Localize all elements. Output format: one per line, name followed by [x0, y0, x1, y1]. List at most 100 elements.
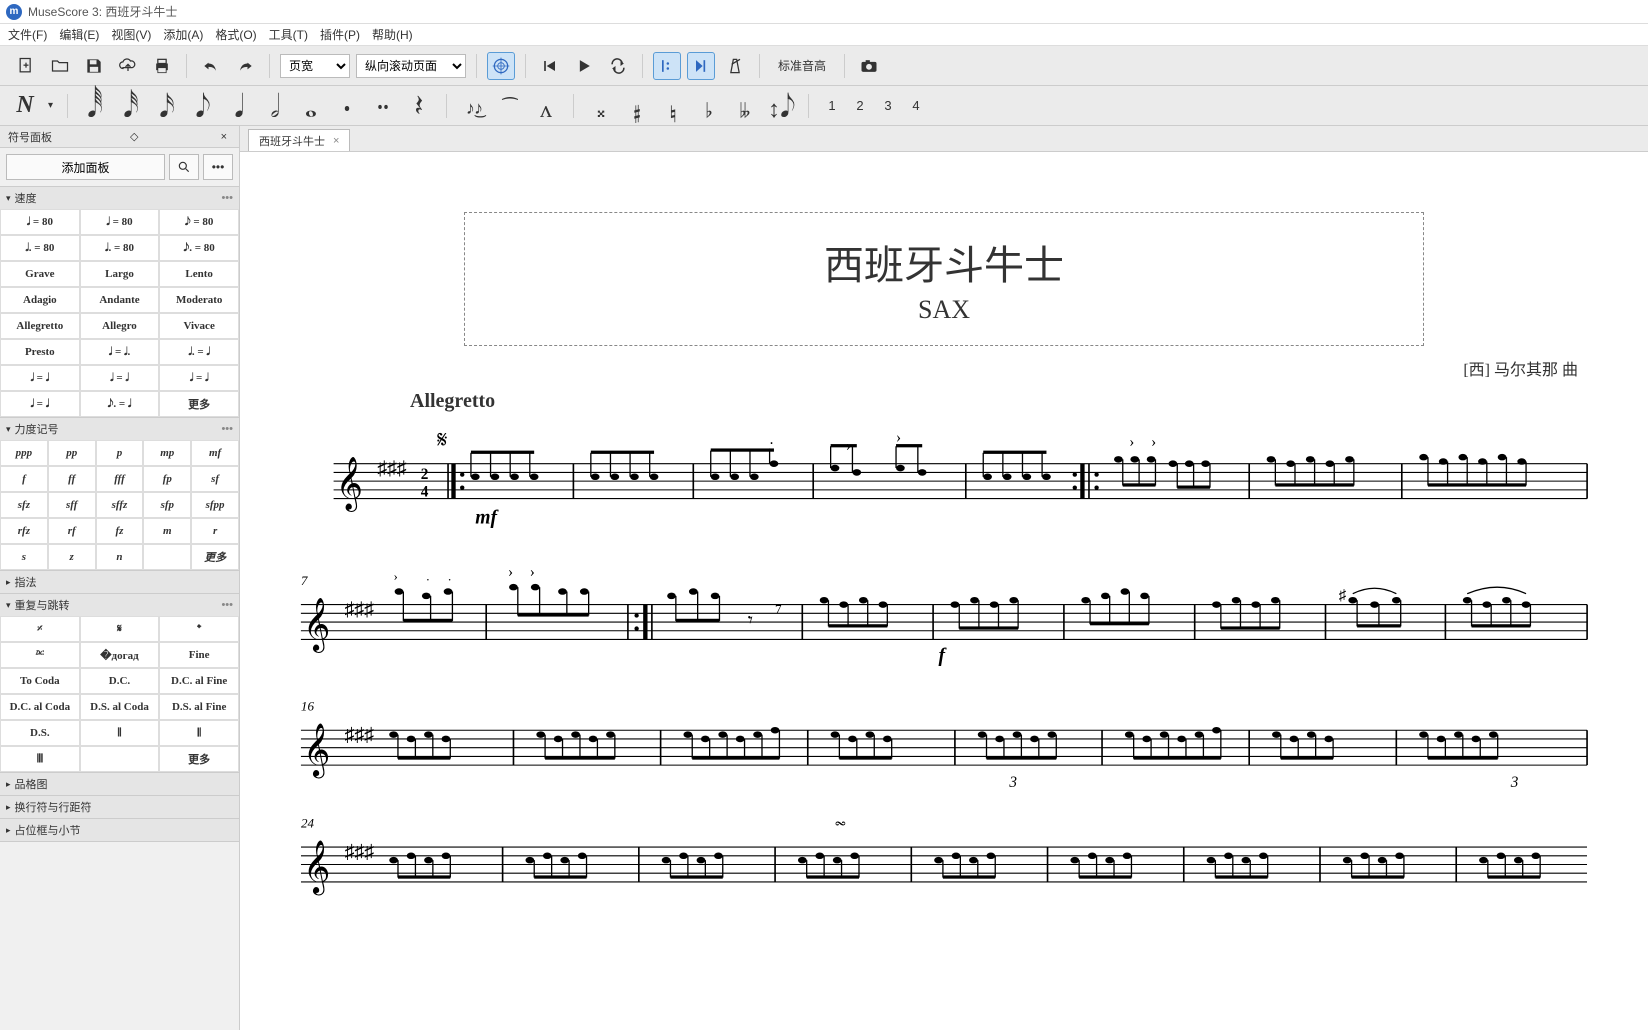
palette-cell[interactable]: 𝅗𝅥 = 𝅘𝅥: [0, 365, 80, 391]
concert-pitch-button[interactable]: [487, 52, 515, 80]
palette-cell[interactable]: D.C. al Coda: [0, 694, 80, 720]
palette-cell[interactable]: pp: [48, 440, 96, 466]
duration-whole-button[interactable]: 𝅝: [298, 84, 324, 127]
redo-button[interactable]: [231, 52, 259, 80]
slur-button[interactable]: ⁀: [497, 90, 523, 122]
palette-cell[interactable]: 𝅘𝅥. = 80: [80, 235, 160, 261]
new-file-button[interactable]: [12, 52, 40, 80]
palette-cell[interactable]: 𝅘𝅥 = 𝅘𝅥: [0, 391, 80, 417]
scroll-select[interactable]: 纵向滚动页面: [356, 54, 466, 78]
palette-cell[interactable]: r: [191, 518, 239, 544]
palette-cell[interactable]: m: [143, 518, 191, 544]
rewind-button[interactable]: [536, 52, 564, 80]
palette-cell[interactable]: 𝅘𝅥𝅮 = 80: [159, 209, 239, 235]
palette-cell[interactable]: sfpp: [191, 492, 239, 518]
palette-cell[interactable]: rfz: [0, 518, 48, 544]
save-button[interactable]: [80, 52, 108, 80]
palette-cell[interactable]: D.S. al Coda: [80, 694, 160, 720]
palette-cell[interactable]: 𝅘𝅥 = 𝅘𝅥: [159, 365, 239, 391]
palette-cell[interactable]: mf: [191, 440, 239, 466]
duration-16th-button[interactable]: 𝅘𝅥𝅯: [154, 84, 180, 127]
score-title[interactable]: 西班牙斗牛士: [495, 233, 1393, 291]
note-input-mode-button[interactable]: N: [12, 92, 38, 119]
palette-cell[interactable]: Andante: [80, 287, 160, 313]
staff-system-4[interactable]: 24 𝆗 𝄞 ♯♯♯: [290, 810, 1598, 900]
palette-search-button[interactable]: [169, 154, 199, 180]
palette-header-fingering[interactable]: ▸指法: [0, 571, 239, 593]
duration-double-dot-button[interactable]: ••: [370, 92, 396, 120]
marcato-button[interactable]: ʌ: [533, 84, 559, 127]
palette-cell[interactable]: Vivace: [159, 313, 239, 339]
palette-header-repeats[interactable]: ▾重复与跳转•••: [0, 594, 239, 616]
palette-header-fretboard[interactable]: ▸品格图: [0, 773, 239, 795]
palette-cell[interactable]: D.C.: [80, 668, 160, 694]
sharp-button[interactable]: ♯: [624, 84, 650, 127]
voice-2-button[interactable]: 2: [851, 98, 869, 113]
palette-cell[interactable]: 𝄃𝄀: [159, 720, 239, 746]
palette-cell[interactable]: ff: [48, 466, 96, 492]
palette-cell[interactable]: D.S. al Fine: [159, 694, 239, 720]
double-sharp-button[interactable]: 𝄪: [588, 84, 614, 127]
palette-cell[interactable]: 𝄎: [0, 616, 80, 642]
print-button[interactable]: [148, 52, 176, 80]
menu-format[interactable]: 格式(O): [215, 26, 256, 43]
menu-file[interactable]: 文件(F): [8, 26, 47, 43]
duration-64th-button[interactable]: 𝅘𝅥𝅱: [82, 84, 108, 127]
palette-header-frames[interactable]: ▸占位框与小节: [0, 819, 239, 841]
palette-close-icon[interactable]: ×: [221, 131, 227, 143]
palette-cell[interactable]: To Coda: [0, 668, 80, 694]
palette-cell[interactable]: Largo: [80, 261, 160, 287]
tie-button[interactable]: ♪͜♪: [461, 90, 487, 122]
rest-button[interactable]: 𝄽: [406, 84, 432, 127]
palette-cell[interactable]: s: [0, 544, 48, 570]
score-composer[interactable]: [西] 马尔其那 曲: [290, 356, 1578, 380]
palette-cell[interactable]: 𝅘𝅥 = 80: [80, 209, 160, 235]
voice-3-button[interactable]: 3: [879, 98, 897, 113]
palette-cell[interactable]: Moderato: [159, 287, 239, 313]
note-input-dropdown-icon[interactable]: ▾: [48, 100, 53, 111]
voice-4-button[interactable]: 4: [907, 98, 925, 113]
palette-cell[interactable]: z: [48, 544, 96, 570]
score-subtitle[interactable]: SAX: [495, 295, 1393, 325]
palette-cell[interactable]: 𝄌: [159, 616, 239, 642]
palette-cell[interactable]: rf: [48, 518, 96, 544]
camera-button[interactable]: [855, 52, 883, 80]
palette-cell[interactable]: Adagio: [0, 287, 80, 313]
palette-cell[interactable]: sfz: [0, 492, 48, 518]
menu-tools[interactable]: 工具(T): [269, 26, 308, 43]
palette-cell[interactable]: 𝄀𝄂: [80, 720, 160, 746]
palette-cell[interactable]: 更多: [159, 746, 239, 772]
palette-header-breaks[interactable]: ▸换行符与行距符: [0, 796, 239, 818]
pitch-label[interactable]: 标准音高: [770, 57, 834, 74]
palette-cell[interactable]: �догад: [80, 642, 160, 668]
palette-cell[interactable]: [80, 746, 160, 772]
palette-cell[interactable]: 𝄂𝄀𝄂: [0, 746, 80, 772]
palette-undock-icon[interactable]: ◇: [130, 130, 138, 143]
loop-out-button[interactable]: [687, 52, 715, 80]
palette-cell[interactable]: f: [0, 466, 48, 492]
tab-close-icon[interactable]: ×: [333, 135, 339, 147]
loop-button[interactable]: [604, 52, 632, 80]
palette-cell[interactable]: sfp: [143, 492, 191, 518]
menu-edit[interactable]: 编辑(E): [59, 26, 99, 43]
duration-8th-button[interactable]: 𝅘𝅥𝅮: [190, 84, 216, 127]
metronome-button[interactable]: [721, 52, 749, 80]
palette-cell[interactable]: Allegro: [80, 313, 160, 339]
tab-document[interactable]: 西班牙斗牛士 ×: [248, 129, 350, 151]
staff-system-3[interactable]: 16 𝄞 ♯♯♯ 3 3: [290, 691, 1598, 792]
voice-1-button[interactable]: 1: [823, 98, 841, 113]
palette-cell[interactable]: 𝅗𝅥 = 80: [0, 209, 80, 235]
palette-cell[interactable]: Lento: [159, 261, 239, 287]
play-button[interactable]: [570, 52, 598, 80]
palette-cell[interactable]: fz: [96, 518, 144, 544]
palette-cell[interactable]: 更多: [191, 544, 239, 570]
palette-cell[interactable]: n: [96, 544, 144, 570]
staff-system-1[interactable]: 𝄋 𝄞 ♯♯♯ 2 4: [290, 431, 1598, 543]
natural-button[interactable]: ♮: [660, 84, 686, 127]
staff-system-2[interactable]: 7 𝄞 ♯♯♯ ›.. ››: [290, 561, 1598, 673]
zoom-select[interactable]: 页宽: [280, 54, 350, 78]
palette-cell[interactable]: Allegretto: [0, 313, 80, 339]
palette-cell[interactable]: 𝅘𝅥. = 𝅘𝅥: [159, 339, 239, 365]
score-view[interactable]: 西班牙斗牛士 SAX [西] 马尔其那 曲 Allegretto 𝄋 𝄞 ♯♯♯…: [240, 152, 1648, 1030]
palette-cell[interactable]: 𝅘𝅥 = 𝅘𝅥.: [80, 339, 160, 365]
